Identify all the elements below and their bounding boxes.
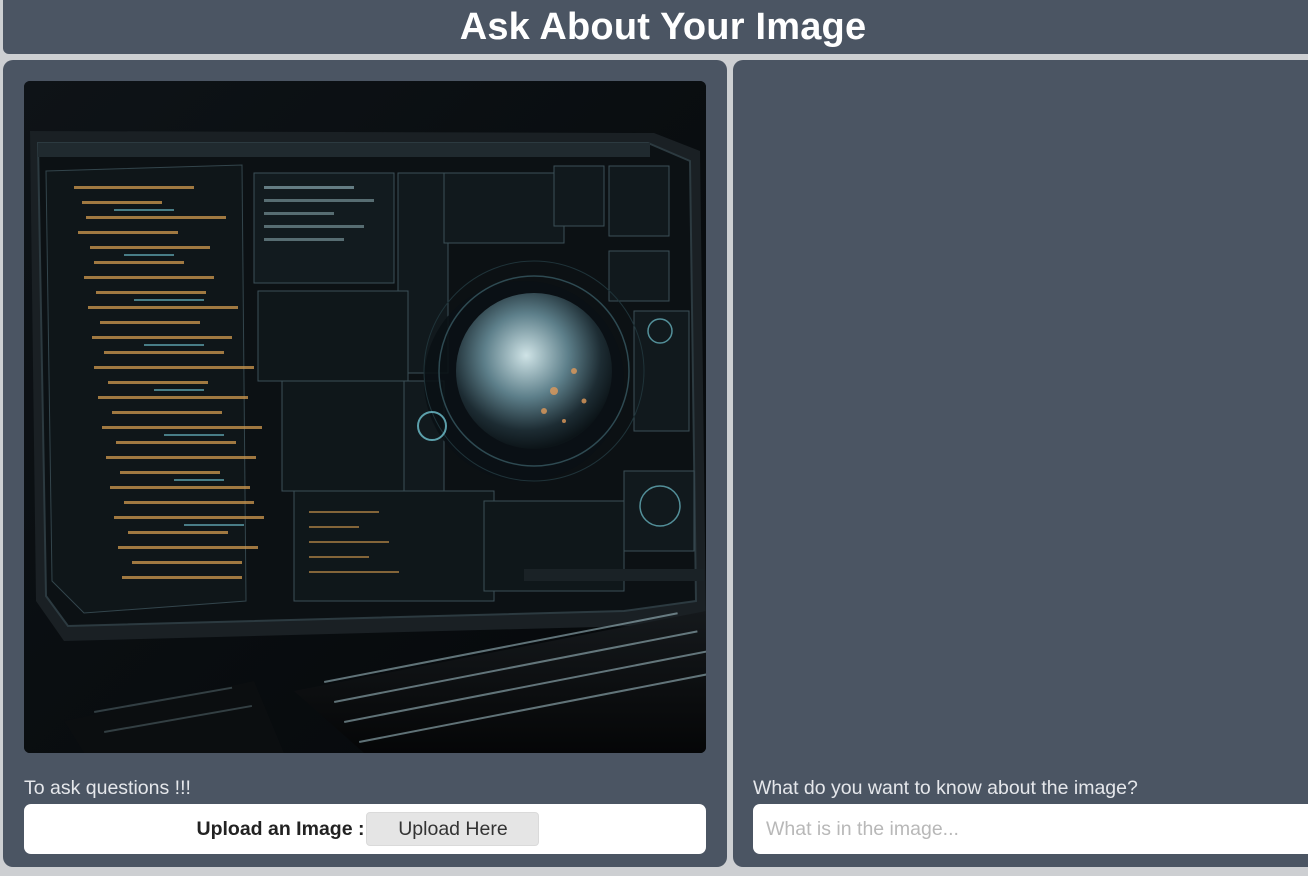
upload-button[interactable]: Upload Here	[366, 812, 540, 846]
upload-label: Upload an Image :	[196, 817, 365, 840]
uploaded-image	[24, 81, 706, 753]
image-panel: To ask questions !!! Upload an Image : U…	[3, 60, 727, 867]
question-panel: What do you want to know about the image…	[733, 60, 1308, 867]
question-input[interactable]	[766, 817, 1308, 841]
question-field	[753, 804, 1308, 854]
upload-field: Upload an Image : Upload Here	[24, 804, 706, 854]
app-header: Ask About Your Image	[3, 0, 1308, 54]
upload-caption: To ask questions !!!	[24, 777, 191, 799]
image-illustration	[24, 81, 706, 753]
question-label: What do you want to know about the image…	[753, 777, 1138, 799]
page-title: Ask About Your Image	[459, 5, 867, 48]
